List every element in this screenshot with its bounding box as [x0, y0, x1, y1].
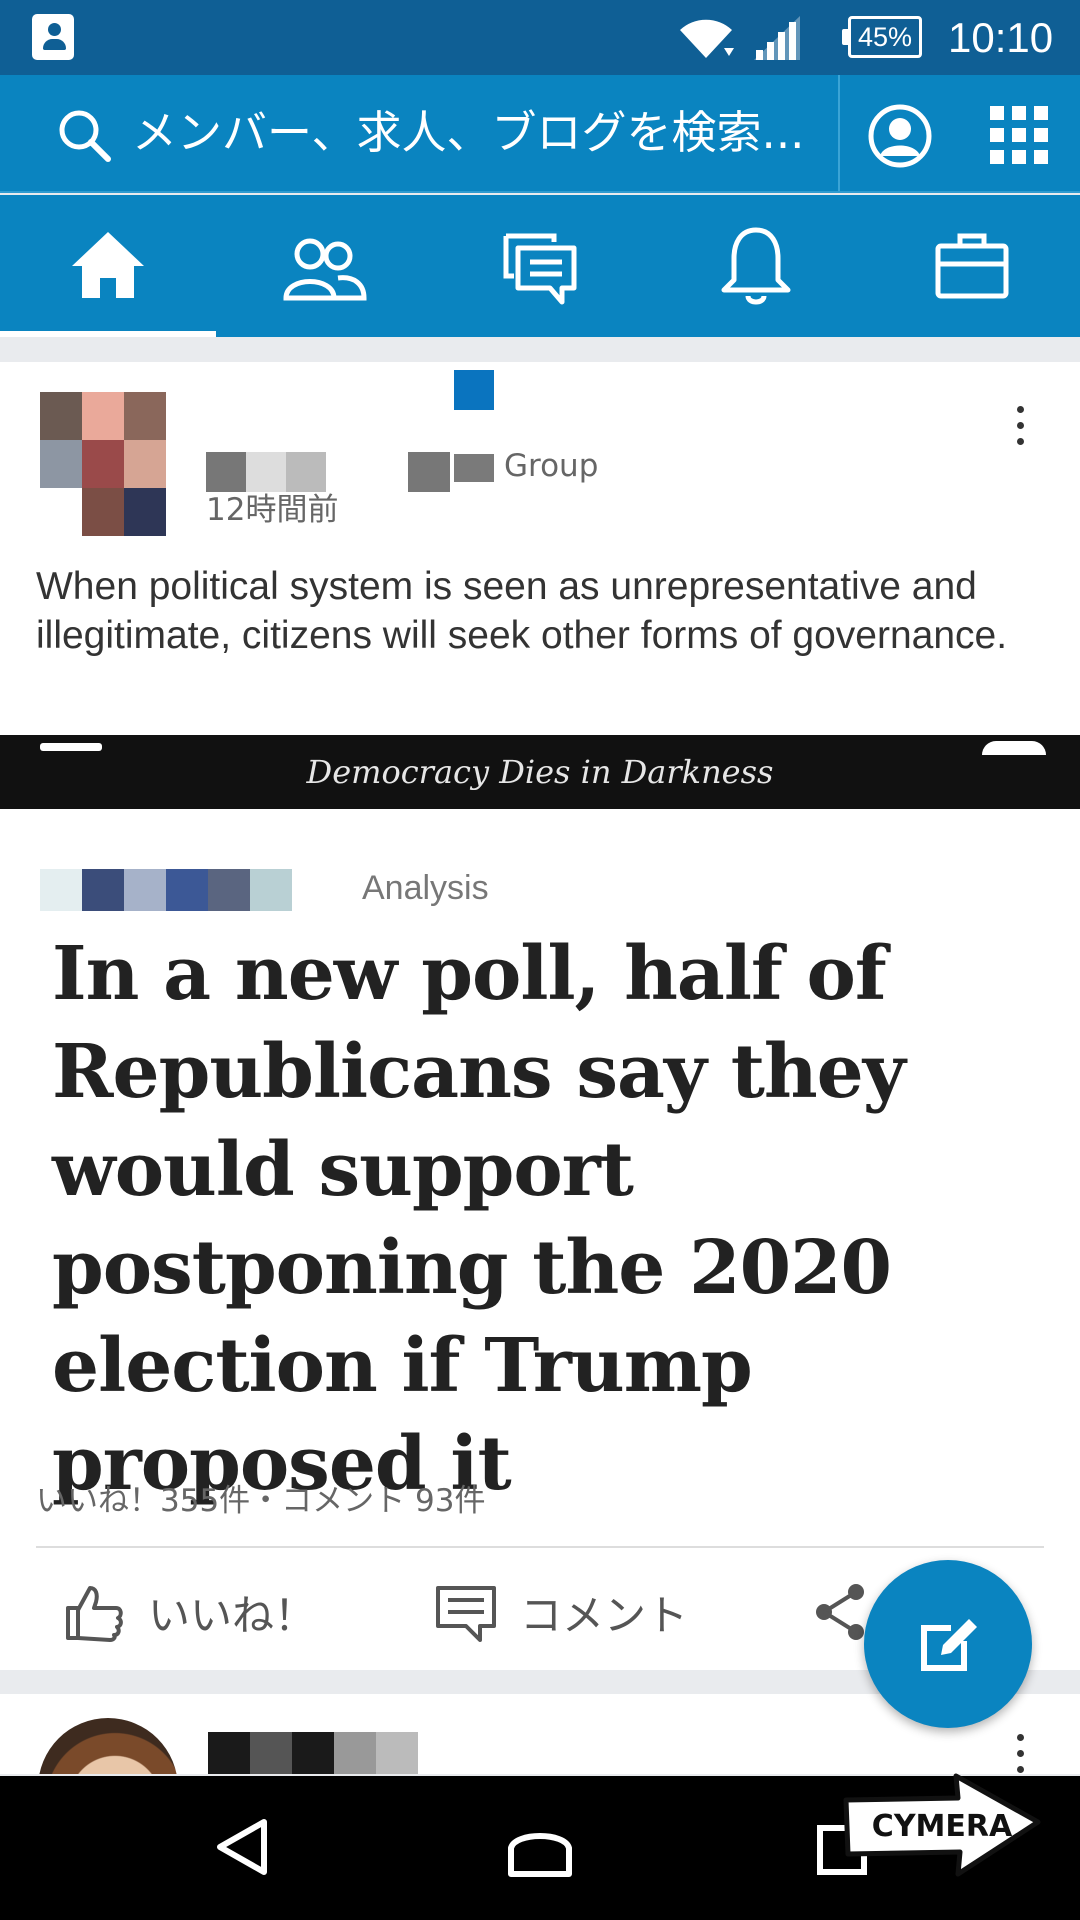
signal-icon — [754, 16, 800, 60]
search-icon[interactable] — [54, 105, 114, 165]
tab-network[interactable] — [216, 195, 432, 337]
wifi-icon — [680, 19, 734, 58]
comment-icon — [436, 1586, 496, 1642]
tab-home[interactable] — [0, 195, 216, 337]
briefcase-icon — [935, 233, 1009, 299]
feed-post-card: Group 12時間前 When political system is see… — [0, 362, 1080, 1670]
post-timestamp: 12時間前 — [206, 492, 339, 528]
bell-icon — [721, 227, 791, 305]
like-label: いいね！ — [148, 1590, 317, 1640]
group-name-redacted — [454, 454, 494, 482]
battery-indicator: 45% — [842, 16, 922, 58]
people-icon — [283, 238, 367, 301]
article-author-redacted — [40, 869, 292, 911]
thumbs-up-icon — [66, 1586, 123, 1642]
contacts-notification-icon — [32, 14, 74, 60]
more-options-icon[interactable] — [1000, 400, 1040, 460]
search-divider — [838, 75, 840, 191]
main-nav-tabs — [0, 195, 1080, 337]
profile-icon[interactable] — [868, 104, 932, 168]
tab-jobs[interactable] — [864, 195, 1080, 337]
actions-divider — [36, 1546, 1044, 1548]
article-tagline: Democracy Dies in Darkness — [306, 753, 774, 791]
article-kicker: Analysis — [362, 869, 489, 907]
status-bar: 45% 10:10 — [0, 0, 1080, 75]
edit-icon — [921, 1619, 977, 1671]
group-logo — [454, 370, 494, 410]
post-text: When political system is seen as unrepre… — [36, 565, 1008, 657]
article-banner: Democracy Dies in Darkness — [0, 735, 1080, 809]
article-headline: In a new poll, half of Republicans say t… — [52, 931, 906, 1507]
like-button[interactable]: いいね！ — [62, 1577, 316, 1647]
author-name-redacted-next[interactable] — [208, 1732, 418, 1774]
home-icon — [72, 232, 144, 298]
group-label[interactable]: Group — [504, 446, 598, 486]
messages-icon — [503, 233, 577, 305]
tab-notifications[interactable] — [648, 195, 864, 337]
clock: 10:10 — [948, 14, 1054, 61]
apps-grid-icon[interactable] — [990, 106, 1048, 164]
search-input[interactable]: メンバー、求人、ブログを検索... — [132, 103, 832, 163]
home-nav-icon[interactable] — [505, 1812, 575, 1882]
comment-button[interactable]: コメント — [434, 1577, 688, 1647]
compose-post-button[interactable] — [864, 1560, 1032, 1728]
author-avatar[interactable] — [40, 392, 166, 536]
top-search-bar: メンバー、求人、ブログを検索... — [0, 75, 1080, 193]
author-avatar-next[interactable] — [38, 1718, 178, 1774]
back-icon[interactable] — [208, 1812, 278, 1882]
more-options-icon-next[interactable] — [1000, 1734, 1040, 1774]
tab-messages[interactable] — [432, 195, 648, 337]
shared-article-image[interactable]: Democracy Dies in Darkness Analysis In a… — [0, 735, 1080, 1507]
cymera-watermark: CYMERA — [843, 1773, 1041, 1877]
comment-label: コメント — [520, 1590, 689, 1640]
svg-text:CYMERA: CYMERA — [872, 1809, 1013, 1844]
author-name-redacted[interactable] — [206, 452, 450, 492]
social-counts[interactable]: いいね！355件・コメント 93件 — [36, 1480, 485, 1522]
